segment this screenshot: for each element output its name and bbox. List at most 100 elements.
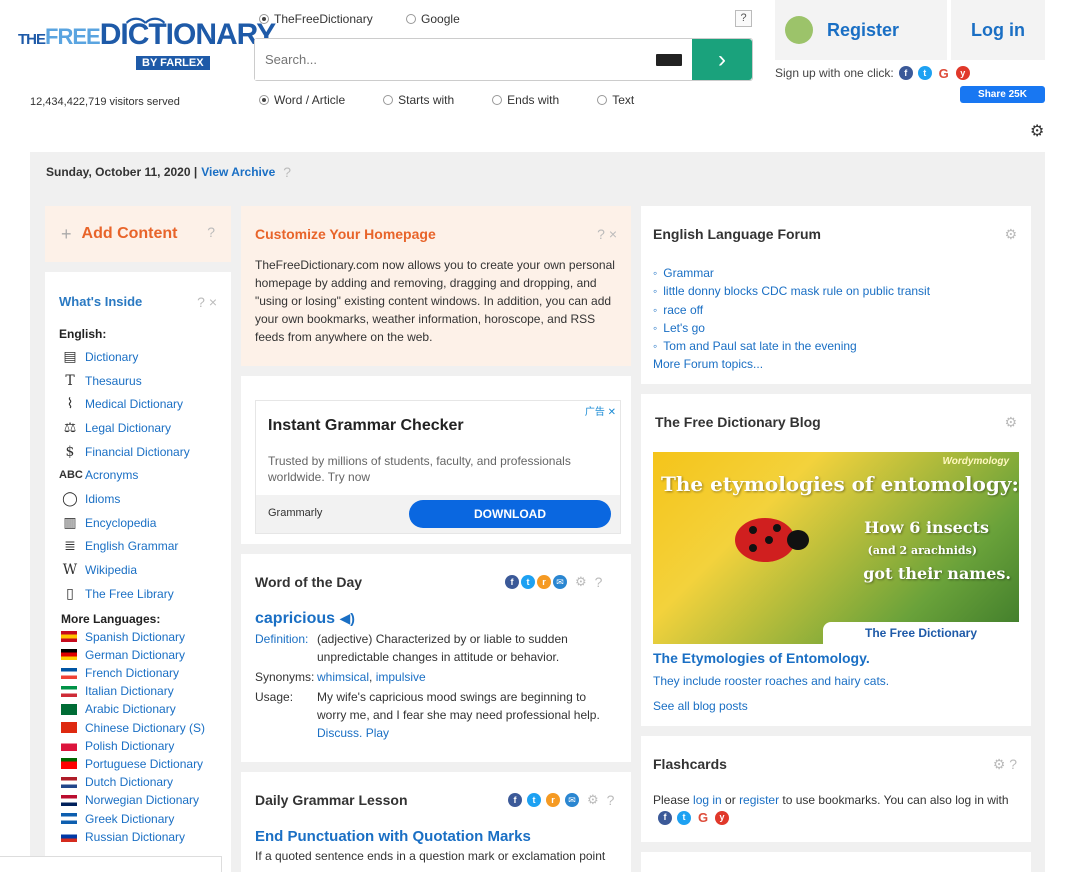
login-button[interactable]: Log in (951, 0, 1045, 60)
ad-card[interactable]: 广告 ✕ Instant Grammar Checker Trusted by … (255, 400, 621, 534)
whats-inside-item[interactable]: ⌇ Medical Dictionary (59, 392, 231, 416)
radio-dot (597, 95, 608, 105)
blog-image-tag: Wordymology (942, 456, 1009, 467)
twitter-icon[interactable]: t (917, 66, 932, 80)
speaker-icon[interactable]: ◀) (339, 610, 354, 626)
whats-inside-item[interactable]: T Thesaurus (59, 369, 231, 393)
archive-help-icon[interactable]: ? (283, 164, 291, 180)
visitor-count: 12,434,422,719 visitors served (30, 96, 180, 108)
whats-inside-item[interactable]: ▥ Encyclopedia (59, 511, 231, 535)
forum-topic-link[interactable]: little donny blocks CDC mask rule on pub… (653, 282, 1019, 300)
flashcards-register-link[interactable]: register (739, 793, 779, 807)
facebook-icon[interactable]: f (508, 793, 522, 807)
whats-inside-item[interactable]: ▯ The Free Library (59, 582, 231, 606)
language-item[interactable]: Italian Dictionary (59, 682, 231, 700)
language-item[interactable]: Dutch Dictionary (59, 773, 231, 791)
google-icon[interactable]: G (937, 66, 951, 81)
panel-tools[interactable]: ? × (197, 294, 217, 310)
facebook-icon[interactable]: f (658, 810, 672, 825)
ad-title[interactable]: Instant Grammar Checker (268, 417, 464, 435)
whats-inside-item[interactable]: ◯ Idioms (59, 487, 231, 511)
radio-google[interactable]: Google (406, 12, 460, 26)
discuss-link[interactable]: Discuss. (317, 726, 362, 740)
yahoo-icon[interactable]: y (715, 810, 729, 825)
panel-tools[interactable]: ⚙ ? (993, 756, 1017, 773)
resource-label: Encyclopedia (85, 515, 157, 530)
search-input[interactable] (255, 39, 654, 80)
mail-icon[interactable]: ✉ (565, 793, 579, 807)
help-icon[interactable]: ? (607, 792, 615, 808)
synonym-link[interactable]: impulsive (376, 670, 426, 684)
add-content-button[interactable]: + Add Content ? (45, 206, 231, 262)
ad-download-button[interactable]: DOWNLOAD (409, 500, 611, 528)
search-help-button[interactable]: ? (735, 10, 752, 27)
help-icon[interactable]: ? (595, 574, 603, 590)
whats-inside-item[interactable]: ▤ Dictionary (59, 345, 231, 369)
whats-inside-item[interactable]: ⚖ Legal Dictionary (59, 416, 231, 440)
ad-badge[interactable]: 广告 ✕ (585, 403, 616, 418)
language-item[interactable]: Chinese Dictionary (S) (59, 719, 231, 737)
google-icon[interactable]: G (696, 810, 710, 825)
forum-topic-link[interactable]: race off (653, 301, 1019, 319)
grammar-share-icons: f t r ✉ ⚙ ? (503, 792, 614, 808)
language-item[interactable]: Portuguese Dictionary (59, 755, 231, 773)
site-logo[interactable]: ⌒⌒ THEFREEDICTIONARY BY FARLEX (18, 18, 276, 70)
language-item[interactable]: Norwegian Dictionary (59, 791, 231, 809)
more-forum-topics-link[interactable]: More Forum topics... (653, 355, 1019, 373)
forum-topic-link[interactable]: Tom and Paul sat late in the evening (653, 337, 1019, 355)
gear-icon[interactable]: ⚙ (1004, 414, 1017, 431)
gear-icon[interactable]: ⚙ (587, 792, 599, 808)
ad-footer: Grammarly DOWNLOAD (256, 495, 620, 533)
language-item[interactable]: Polish Dictionary (59, 737, 231, 755)
synonym-link[interactable]: whimsical (317, 670, 369, 684)
panel-tools[interactable]: ? × (597, 226, 617, 242)
yahoo-icon[interactable]: y (955, 66, 970, 80)
see-all-blog-posts-link[interactable]: See all blog posts (653, 699, 748, 713)
language-label: Spanish Dictionary (85, 629, 186, 644)
whats-inside-item[interactable]: ≣ English Grammar (59, 535, 231, 559)
whats-inside-item[interactable]: ABC Acronyms (59, 463, 231, 487)
add-content-help-icon[interactable]: ? (207, 224, 215, 240)
radio-word-article[interactable]: Word / Article (259, 93, 345, 107)
radio-thefreedictionary[interactable]: TheFreeDictionary (259, 12, 373, 26)
gear-icon[interactable]: ⚙ (1004, 226, 1017, 243)
search-go-button[interactable]: › (692, 39, 752, 80)
language-item[interactable]: German Dictionary (59, 646, 231, 664)
whats-inside-item[interactable]: W Wikipedia (59, 558, 231, 582)
whats-inside-item[interactable]: $ Financial Dictionary (59, 440, 231, 464)
language-item[interactable]: Russian Dictionary (59, 828, 231, 846)
gear-icon[interactable]: ⚙ (1030, 121, 1044, 141)
language-label: French Dictionary (85, 666, 180, 681)
twitter-icon[interactable]: t (527, 793, 541, 807)
flashcards-login-link[interactable]: log in (693, 793, 722, 807)
blog-post-link[interactable]: The Etymologies of Entomology. (653, 650, 870, 666)
word-link[interactable]: capricious (255, 610, 335, 627)
radio-text[interactable]: Text (597, 93, 634, 107)
forum-topic-link[interactable]: Let's go (653, 319, 1019, 337)
radio-ends-with[interactable]: Ends with (492, 93, 559, 107)
definition-label[interactable]: Definition: (255, 630, 317, 666)
rss-icon[interactable]: r (546, 793, 560, 807)
language-item[interactable]: French Dictionary (59, 664, 231, 682)
facebook-icon[interactable]: f (898, 66, 913, 80)
mail-icon[interactable]: ✉ (553, 575, 567, 589)
language-item[interactable]: Arabic Dictionary (59, 700, 231, 718)
radio-starts-with[interactable]: Starts with (383, 93, 454, 107)
facebook-icon[interactable]: f (505, 575, 519, 589)
blog-post-summary[interactable]: They include rooster roaches and hairy c… (653, 674, 889, 688)
play-link[interactable]: Play (366, 726, 389, 740)
radio-dot (406, 14, 417, 24)
language-item[interactable]: Spanish Dictionary (59, 628, 231, 646)
gear-icon[interactable]: ⚙ (575, 574, 587, 590)
twitter-icon[interactable]: t (521, 575, 535, 589)
facebook-share-button[interactable]: Share 25K (960, 86, 1045, 103)
twitter-icon[interactable]: t (677, 810, 691, 825)
view-archive-link[interactable]: View Archive (201, 165, 275, 179)
register-button[interactable]: Register (775, 0, 947, 60)
forum-topic-link[interactable]: Grammar (653, 264, 1019, 282)
blog-image[interactable]: Wordymology The etymologies of entomolog… (653, 452, 1019, 644)
grammar-lesson-link[interactable]: End Punctuation with Quotation Marks (255, 828, 617, 845)
rss-icon[interactable]: r (537, 575, 551, 589)
language-item[interactable]: Greek Dictionary (59, 809, 231, 827)
keyboard-icon[interactable] (654, 39, 684, 80)
